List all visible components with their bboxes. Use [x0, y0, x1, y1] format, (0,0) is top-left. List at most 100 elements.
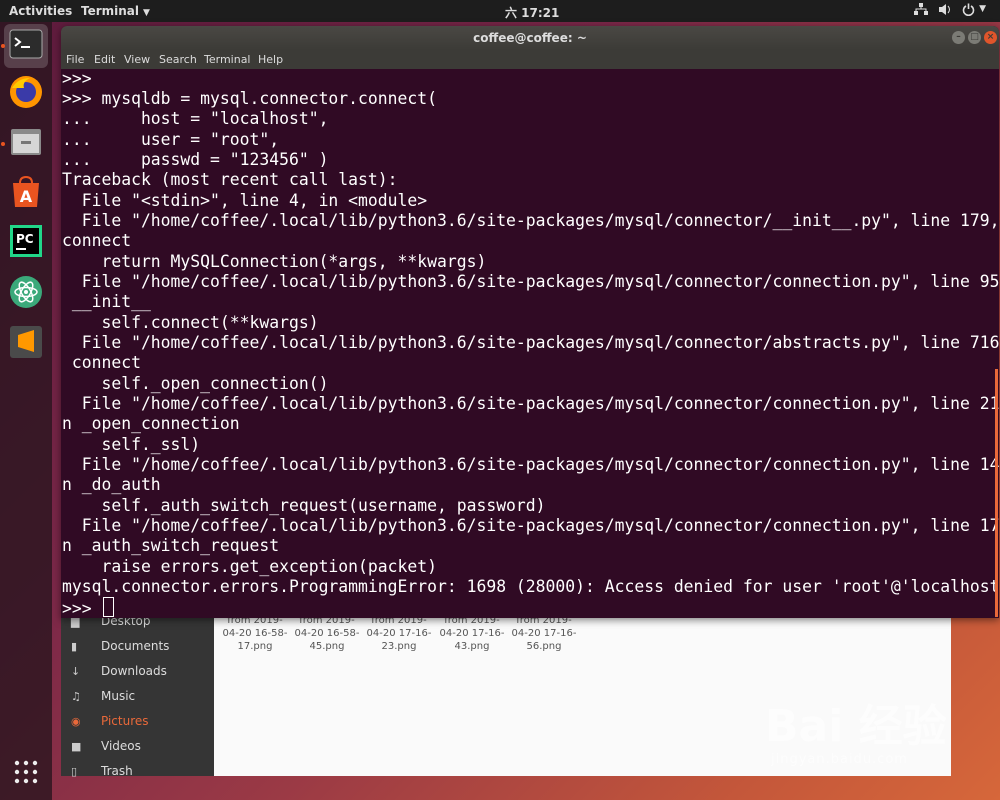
prompt: >>> — [62, 599, 102, 618]
terminal-line: File "/home/coffee/.local/lib/python3.6/… — [62, 211, 999, 230]
file-name-line: 43.png — [454, 641, 490, 652]
sidebar-item-documents[interactable]: ▮ Documents — [61, 636, 214, 658]
power-icon — [962, 3, 975, 19]
terminal-window: coffee@coffee: ~ – □ × File Edit View Se… — [61, 26, 999, 618]
software-center-icon: A — [9, 175, 43, 213]
system-tray[interactable]: ▼ — [914, 3, 986, 19]
music-icon: ♫ — [71, 690, 81, 703]
terminal-line: self._auth_switch_request(username, pass… — [62, 496, 546, 515]
terminal-line: File "<stdin>", line 4, in <module> — [62, 191, 428, 210]
terminal-prompt-line[interactable]: >>> — [62, 597, 115, 618]
terminal-line: >>> mysqldb = mysql.connector.connect( — [62, 89, 437, 108]
dock-item-software[interactable]: A — [4, 172, 48, 216]
terminal-line: mysql.connector.errors.ProgrammingError:… — [62, 577, 999, 596]
terminal-line: >>> — [62, 69, 92, 88]
menu-edit[interactable]: Edit — [94, 53, 115, 66]
file-thumbnail[interactable]: from 2019- 04-20 17-16- 43.png — [439, 614, 505, 653]
firefox-icon — [8, 74, 44, 114]
terminal-scrollbar[interactable] — [995, 369, 998, 617]
terminal-line: return MySQLConnection(*args, **kwargs) — [62, 252, 487, 271]
maximize-button[interactable]: □ — [968, 31, 981, 44]
trash-icon: ▯ — [71, 765, 78, 778]
file-name-line: 04-20 17-16- — [366, 628, 432, 639]
network-icon — [914, 3, 929, 19]
menu-view[interactable]: View — [124, 53, 150, 66]
documents-icon: ▮ — [71, 640, 78, 653]
text-cursor — [103, 597, 115, 617]
terminal-line: n _open_connection — [62, 414, 240, 433]
terminal-line: File "/home/coffee/.local/lib/python3.6/… — [62, 455, 999, 474]
dock: A PC — [0, 22, 52, 800]
app-menu-button[interactable]: Terminal ▼ — [81, 4, 150, 18]
terminal-line: self._open_connection() — [62, 374, 329, 393]
dock-item-firefox[interactable] — [4, 72, 48, 116]
app-menu-label: Terminal — [81, 4, 140, 18]
terminal-line: File "/home/coffee/.local/lib/python3.6/… — [62, 272, 999, 291]
terminal-line: Traceback (most recent call last): — [62, 170, 398, 189]
terminal-icon — [9, 29, 43, 63]
activities-button[interactable]: Activities — [9, 4, 72, 18]
terminal-line: ... host = "localhost", — [62, 109, 329, 128]
terminal-line: ... passwd = "123456" ) — [62, 150, 329, 169]
chevron-down-icon: ▼ — [143, 8, 150, 18]
file-thumbnail[interactable]: from 2019- 04-20 16-58- 17.png — [222, 614, 288, 653]
file-name-line: 23.png — [381, 641, 417, 652]
terminal-titlebar[interactable]: coffee@coffee: ~ – □ × — [61, 26, 999, 50]
sidebar-item-pictures[interactable]: ◉ Pictures — [61, 711, 214, 733]
window-title: coffee@coffee: ~ — [473, 31, 587, 45]
svg-text:A: A — [20, 187, 33, 206]
file-thumbnail[interactable]: from 2019- 04-20 17-16- 23.png — [366, 614, 432, 653]
downloads-icon: ↓ — [71, 665, 81, 678]
sidebar-item-label: Videos — [101, 739, 141, 753]
sidebar-item-music[interactable]: ♫ Music — [61, 686, 214, 708]
camera-icon: ◉ — [71, 715, 81, 728]
sidebar-item-trash[interactable]: ▯ Trash — [61, 761, 214, 783]
file-name-line: 04-20 16-58- — [222, 628, 288, 639]
pycharm-icon: PC — [9, 224, 43, 262]
file-thumbnail[interactable]: from 2019- 04-20 16-58- 45.png — [294, 614, 360, 653]
sublime-text-icon — [9, 325, 43, 363]
close-button[interactable]: × — [984, 31, 997, 44]
menu-help[interactable]: Help — [258, 53, 283, 66]
terminal-line: n _do_auth — [62, 475, 161, 494]
terminal-line: connect — [62, 231, 132, 250]
terminal-line: File "/home/coffee/.local/lib/python3.6/… — [62, 333, 999, 352]
menu-terminal[interactable]: Terminal — [204, 53, 251, 66]
watermark-logo: Bai 经验 — [765, 701, 947, 752]
sidebar-item-label: Downloads — [101, 664, 167, 678]
volume-icon — [938, 3, 952, 19]
minimize-button[interactable]: – — [952, 31, 965, 44]
file-name-line: 45.png — [309, 641, 345, 652]
terminal-screen[interactable]: >>> >>> mysqldb = mysql.connector.connec… — [61, 69, 999, 618]
terminal-line: __init__ — [62, 292, 151, 311]
chevron-down-icon: ▼ — [979, 4, 986, 14]
dock-item-show-apps[interactable] — [4, 752, 48, 796]
file-name-line: 04-20 17-16- — [439, 628, 505, 639]
terminal-line: File "/home/coffee/.local/lib/python3.6/… — [62, 394, 999, 413]
file-name-line: 04-20 17-16- — [511, 628, 577, 639]
baidu-watermark: Bai 经验 jingyan.baidu.com — [765, 688, 985, 778]
dock-item-atom[interactable] — [4, 272, 48, 316]
sidebar-item-label: Music — [101, 689, 136, 703]
sidebar-item-downloads[interactable]: ↓ Downloads — [61, 661, 214, 683]
video-icon: ■ — [71, 740, 82, 753]
menu-search[interactable]: Search — [159, 53, 197, 66]
terminal-line: connect — [62, 353, 141, 372]
menu-file[interactable]: File — [66, 53, 84, 66]
file-name-line: 17.png — [237, 641, 273, 652]
top-bar: Activities Terminal ▼ 六 17:21 ▼ — [0, 0, 1000, 22]
dock-item-sublime[interactable] — [4, 322, 48, 366]
terminal-line: File "/home/coffee/.local/lib/python3.6/… — [62, 516, 999, 535]
clock[interactable]: 六 17:21 — [505, 4, 559, 21]
sidebar-item-videos[interactable]: ■ Videos — [61, 736, 214, 758]
terminal-menubar: File Edit View Search Terminal Help — [61, 50, 999, 69]
sidebar-item-label: Documents — [101, 639, 170, 653]
watermark-url: jingyan.baidu.com — [771, 752, 908, 767]
sidebar-item-label: Trash — [101, 764, 133, 778]
file-thumbnail[interactable]: from 2019- 04-20 17-16- 56.png — [511, 614, 577, 653]
file-name-line: 04-20 16-58- — [294, 628, 360, 639]
dock-item-terminal[interactable] — [1, 24, 48, 68]
dock-item-pycharm[interactable]: PC — [4, 221, 48, 265]
terminal-line: self.connect(**kwargs) — [62, 313, 319, 332]
dock-item-files[interactable] — [1, 122, 48, 166]
